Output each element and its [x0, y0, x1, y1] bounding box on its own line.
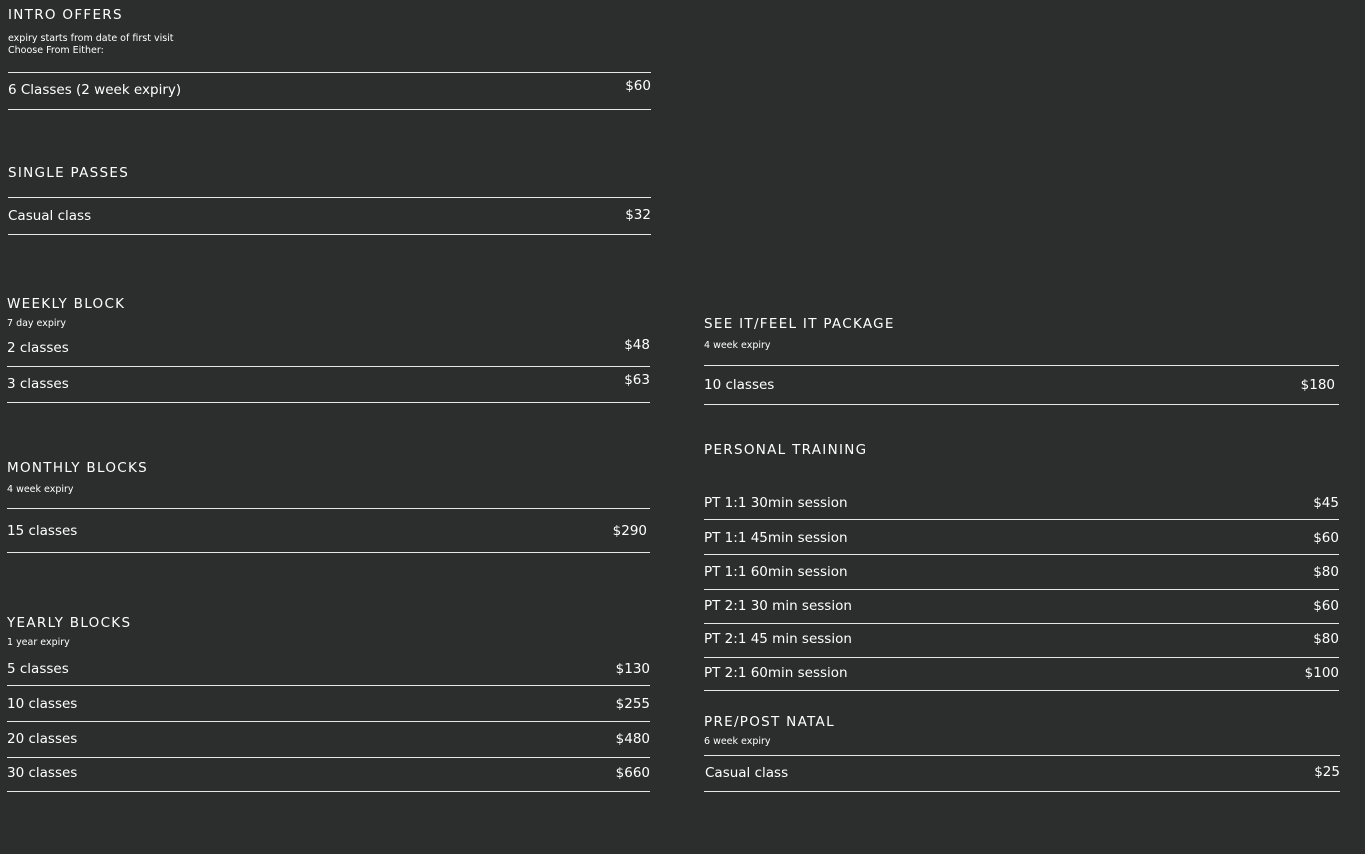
- section-note: 6 week expiry: [704, 736, 771, 747]
- section-note: 4 week expiry: [7, 484, 74, 495]
- item-price: $63: [624, 372, 650, 388]
- weekly-block-section: WEEKLY BLOCK 7 day expiry 2 classes $48 …: [7, 296, 650, 403]
- item-name: 2 classes: [7, 340, 69, 356]
- item-price: $255: [615, 696, 650, 712]
- price-row: 30 classes $660: [7, 758, 650, 792]
- price-row: 10 classes $180: [704, 366, 1339, 405]
- item-name: 10 classes: [7, 696, 78, 712]
- personal-training-section: PERSONAL TRAINING PT 1:1 30min session $…: [704, 442, 1339, 691]
- item-price: $480: [615, 731, 650, 747]
- item-name: 20 classes: [7, 731, 78, 747]
- price-row: 3 classes $63: [7, 367, 650, 403]
- price-row: 6 Classes (2 week expiry) $60: [8, 73, 651, 110]
- item-price: $180: [1300, 377, 1335, 393]
- item-price: $48: [624, 337, 650, 353]
- item-name: 10 classes: [704, 377, 775, 393]
- item-price: $660: [615, 765, 650, 781]
- item-price: $130: [615, 661, 650, 677]
- item-price: $80: [1313, 564, 1339, 580]
- price-row: PT 2:1 30 min session $60: [704, 590, 1339, 624]
- item-price: $100: [1304, 665, 1339, 681]
- section-title: SINGLE PASSES: [8, 165, 130, 181]
- section-title: INTRO OFFERS: [8, 7, 123, 23]
- section-title: SEE IT/FEEL IT PACKAGE: [704, 316, 895, 332]
- item-price: $60: [625, 78, 651, 94]
- item-price: $80: [1313, 631, 1339, 647]
- price-row: Casual class $25: [704, 756, 1340, 792]
- price-row: PT 1:1 60min session $80: [704, 555, 1339, 590]
- price-row: 5 classes $130: [7, 649, 650, 686]
- price-row: PT 1:1 45min session $60: [704, 520, 1339, 555]
- section-title: PERSONAL TRAINING: [704, 442, 868, 458]
- section-title: PRE/POST NATAL: [704, 714, 835, 730]
- item-price: $32: [625, 207, 651, 223]
- section-note: Choose From Either:: [8, 45, 104, 56]
- price-row: PT 2:1 45 min session $80: [704, 624, 1339, 658]
- section-title: MONTHLY BLOCKS: [7, 460, 149, 476]
- item-name: PT 1:1 60min session: [704, 564, 848, 580]
- item-price: $25: [1314, 764, 1340, 780]
- price-row: 10 classes $255: [7, 686, 650, 722]
- section-note: 7 day expiry: [7, 318, 67, 329]
- single-passes-section: SINGLE PASSES Casual class $32: [8, 165, 651, 235]
- intro-offers-section: INTRO OFFERS expiry starts from date of …: [8, 7, 651, 110]
- item-price: $45: [1313, 495, 1339, 511]
- price-row: Casual class $32: [8, 198, 651, 235]
- item-name: 15 classes: [7, 523, 78, 539]
- section-title: WEEKLY BLOCK: [7, 296, 126, 312]
- item-name: PT 1:1 45min session: [704, 530, 848, 546]
- item-name: 3 classes: [7, 376, 69, 392]
- price-row: PT 2:1 60min session $100: [704, 658, 1339, 691]
- section-title: YEARLY BLOCKS: [7, 615, 132, 631]
- item-name: 30 classes: [7, 765, 78, 781]
- item-name: PT 2:1 30 min session: [704, 598, 852, 614]
- item-name: PT 2:1 45 min session: [704, 631, 852, 647]
- item-name: PT 2:1 60min session: [704, 665, 848, 681]
- see-it-feel-it-section: SEE IT/FEEL IT PACKAGE 4 week expiry 10 …: [704, 316, 1339, 405]
- price-row: 15 classes $290: [7, 509, 650, 553]
- item-price: $60: [1313, 530, 1339, 546]
- price-row: 20 classes $480: [7, 722, 650, 758]
- section-note: expiry starts from date of first visit: [8, 33, 174, 44]
- item-name: 5 classes: [7, 661, 69, 677]
- item-name: PT 1:1 30min session: [704, 495, 848, 511]
- item-price: $290: [612, 523, 647, 539]
- price-row: PT 1:1 30min session $45: [704, 476, 1339, 520]
- section-note: 1 year expiry: [7, 637, 70, 648]
- item-name: 6 Classes (2 week expiry): [8, 82, 182, 98]
- section-note: 4 week expiry: [704, 340, 771, 351]
- price-row: 2 classes $48: [7, 330, 650, 367]
- item-price: $60: [1313, 598, 1339, 614]
- item-name: Casual class: [705, 765, 789, 781]
- monthly-blocks-section: MONTHLY BLOCKS 4 week expiry 15 classes …: [7, 460, 650, 553]
- pre-post-natal-section: PRE/POST NATAL 6 week expiry Casual clas…: [704, 714, 1340, 792]
- yearly-blocks-section: YEARLY BLOCKS 1 year expiry 5 classes $1…: [7, 615, 650, 792]
- item-name: Casual class: [8, 208, 92, 224]
